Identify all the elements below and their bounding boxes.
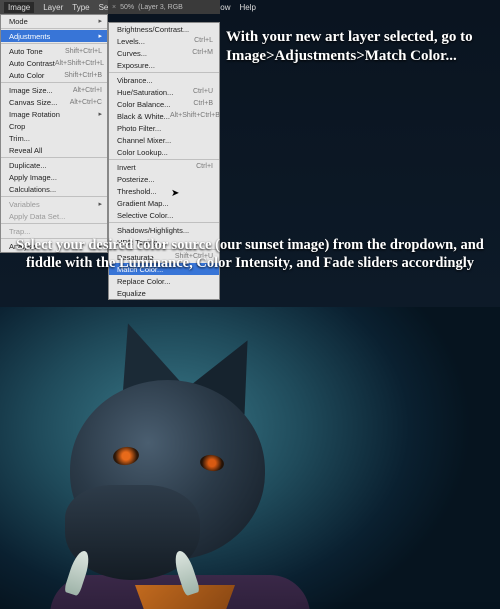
menu-exposure[interactable]: Exposure... xyxy=(109,59,219,71)
menu-layer[interactable]: Layer xyxy=(43,3,63,12)
tab-zoom: 50% xyxy=(120,4,134,11)
menu-black-white[interactable]: Black & White...Alt+Shift+Ctrl+B xyxy=(109,110,219,122)
menu-levels[interactable]: Levels...Ctrl+L xyxy=(109,35,219,47)
menu-brightness-contrast[interactable]: Brightness/Contrast... xyxy=(109,23,219,35)
menu-hue-saturation[interactable]: Hue/Saturation...Ctrl+U xyxy=(109,86,219,98)
instruction-2: Select your desired color source (our su… xyxy=(15,236,485,272)
menu-curves[interactable]: Curves...Ctrl+M xyxy=(109,47,219,59)
artwork-canvas: Match Color ✕ Destination Image Target: … xyxy=(0,307,500,609)
menu-shadows-highlights[interactable]: Shadows/Highlights... xyxy=(109,224,219,236)
menu-vibrance[interactable]: Vibrance... xyxy=(109,74,219,86)
menu-image-rotation[interactable]: Image Rotation xyxy=(1,108,107,120)
menu-crop[interactable]: Crop xyxy=(1,120,107,132)
menu-selective-color[interactable]: Selective Color... xyxy=(109,209,219,221)
menu-apply-image[interactable]: Apply Image... xyxy=(1,171,107,183)
menu-variables[interactable]: Variables xyxy=(1,198,107,210)
menu-calculations[interactable]: Calculations... xyxy=(1,183,107,195)
close-icon[interactable]: × xyxy=(112,4,116,11)
menu-image[interactable]: Image xyxy=(4,2,34,13)
menu-equalize[interactable]: Equalize xyxy=(109,287,219,299)
tab-doc: (Layer 3, RGB xyxy=(138,4,183,11)
menu-auto-tone[interactable]: Auto ToneShift+Ctrl+L xyxy=(1,45,107,57)
menu-apply-data-set: Apply Data Set... xyxy=(1,210,107,222)
menu-help[interactable]: Help xyxy=(240,3,256,12)
menu-image-size[interactable]: Image Size...Alt+Ctrl+I xyxy=(1,84,107,96)
menu-color-balance[interactable]: Color Balance...Ctrl+B xyxy=(109,98,219,110)
menu-color-lookup[interactable]: Color Lookup... xyxy=(109,146,219,158)
menu-channel-mixer[interactable]: Channel Mixer... xyxy=(109,134,219,146)
menu-posterize[interactable]: Posterize... xyxy=(109,173,219,185)
menu-replace-color[interactable]: Replace Color... xyxy=(109,275,219,287)
menu-auto-color[interactable]: Auto ColorShift+Ctrl+B xyxy=(1,69,107,81)
menu-invert[interactable]: InvertCtrl+I xyxy=(109,161,219,173)
menu-type[interactable]: Type xyxy=(72,3,89,12)
menu-threshold[interactable]: Threshold... xyxy=(109,185,219,197)
menu-photo-filter[interactable]: Photo Filter... xyxy=(109,122,219,134)
menu-auto-contrast[interactable]: Auto ContrastAlt+Shift+Ctrl+L xyxy=(1,57,107,69)
document-tab[interactable]: × 50% (Layer 3, RGB xyxy=(108,0,220,14)
menu-gradient-map[interactable]: Gradient Map... xyxy=(109,197,219,209)
menu-mode[interactable]: Mode xyxy=(1,15,107,27)
menu-adjustments[interactable]: Adjustments xyxy=(1,30,107,42)
menu-trim[interactable]: Trim... xyxy=(1,132,107,144)
worgen-illustration xyxy=(15,325,295,605)
menu-reveal-all[interactable]: Reveal All xyxy=(1,144,107,156)
menu-duplicate[interactable]: Duplicate... xyxy=(1,159,107,171)
instruction-1: With your new art layer selected, go to … xyxy=(226,28,491,66)
image-menu: Mode Adjustments Auto ToneShift+Ctrl+L A… xyxy=(0,14,108,253)
menu-canvas-size[interactable]: Canvas Size...Alt+Ctrl+C xyxy=(1,96,107,108)
